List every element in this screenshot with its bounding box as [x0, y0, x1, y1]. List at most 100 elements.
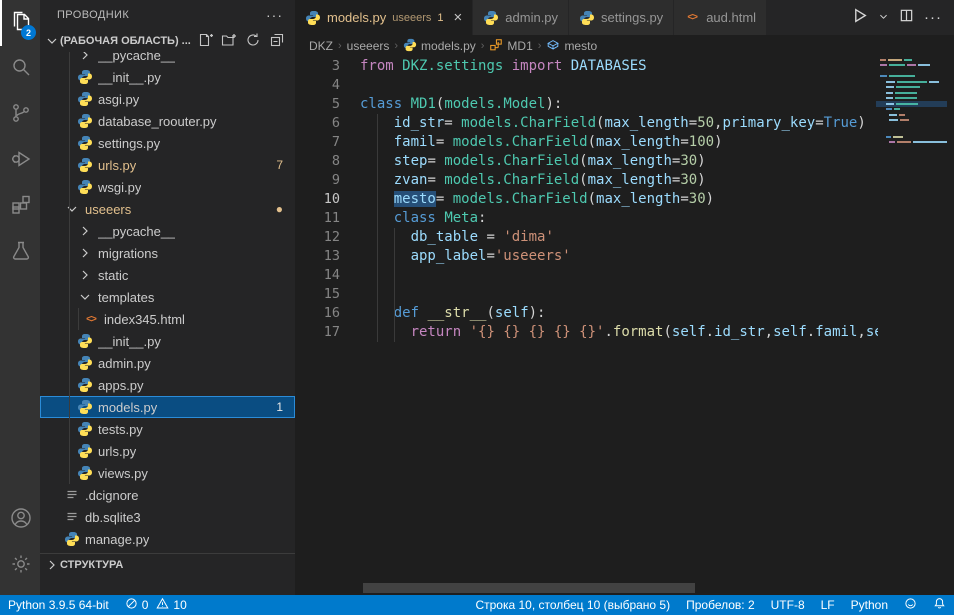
tree-item-label: admin.py: [98, 356, 151, 371]
line-number: 3: [295, 57, 340, 76]
tree-item-settings.py[interactable]: settings.py: [40, 132, 295, 154]
status-language-mode[interactable]: Python: [843, 595, 896, 615]
breadcrumb-label: models.py: [421, 39, 476, 53]
tree-item-migrations[interactable]: migrations: [40, 242, 295, 264]
status-encoding[interactable]: UTF-8: [763, 595, 813, 615]
tree-item-__init__.py[interactable]: __init__.py: [40, 330, 295, 352]
tree-item-models.py[interactable]: models.py1: [40, 396, 295, 418]
more-actions-icon[interactable]: ···: [924, 9, 942, 26]
tree-item-templates[interactable]: templates: [40, 286, 295, 308]
tree-item-asgi.py[interactable]: asgi.py: [40, 88, 295, 110]
code-editor[interactable]: 3from DKZ.settings import DATABASES45cla…: [295, 57, 954, 595]
activity-item-testing[interactable]: [0, 230, 40, 276]
status-feedback[interactable]: [896, 595, 925, 615]
status-cursor-position[interactable]: Строка 10, столбец 10 (выбрано 5): [467, 595, 678, 615]
activity-item-explorer[interactable]: 2: [0, 0, 40, 46]
tree-item-static[interactable]: static: [40, 264, 295, 286]
explorer-more-actions-icon[interactable]: ···: [266, 7, 283, 23]
warning-count: 10: [173, 598, 186, 612]
code-line-6[interactable]: 6 id_str= models.CharField(max_length=50…: [295, 114, 954, 133]
close-icon[interactable]: ×: [454, 10, 463, 25]
tree-item-urls.py[interactable]: urls.py: [40, 440, 295, 462]
tree-item-label: __pycache__: [98, 224, 175, 239]
new-file-icon[interactable]: [197, 32, 213, 51]
workspace-section-label: (РАБОЧАЯ ОБЛАСТЬ) ...: [60, 35, 191, 47]
breadcrumb-item-useeers[interactable]: useeers: [347, 39, 390, 53]
python-file-icon: [77, 333, 93, 349]
line-number: 10: [295, 190, 340, 209]
code-line-5[interactable]: 5class MD1(models.Model):: [295, 95, 954, 114]
horizontal-scrollbar[interactable]: [363, 583, 695, 593]
code-line-4[interactable]: 4: [295, 76, 954, 95]
status-eol[interactable]: LF: [813, 595, 843, 615]
tree-item-db.sqlite3[interactable]: db.sqlite3: [40, 506, 295, 528]
new-folder-icon[interactable]: [221, 32, 237, 51]
code-line-9[interactable]: 9 zvan= models.CharField(max_length=30): [295, 171, 954, 190]
tree-item-label: asgi.py: [98, 92, 139, 107]
activity-item-accounts[interactable]: [0, 497, 40, 543]
explorer-sidebar: ПРОВОДНИК ··· (РАБОЧАЯ ОБЛАСТЬ) ... __py…: [40, 0, 295, 595]
status-label: Python 3.9.5 64-bit: [8, 598, 109, 612]
tab-admin.py[interactable]: admin.py: [473, 0, 569, 35]
tree-item-urls.py[interactable]: urls.py7: [40, 154, 295, 176]
breadcrumb-item-DKZ[interactable]: DKZ: [309, 39, 333, 53]
tree-item-__pycache__[interactable]: __pycache__: [40, 52, 295, 66]
code-line-10[interactable]: 10 mesto= models.CharField(max_length=30…: [295, 190, 954, 209]
activity-item-settings-gear[interactable]: [0, 543, 40, 589]
tab-badge: 1: [437, 12, 443, 24]
tree-item-label: useeers: [85, 202, 131, 217]
run-button[interactable]: [851, 7, 868, 29]
activity-item-source-control[interactable]: [0, 92, 40, 138]
tab-aud.html[interactable]: <>aud.html: [674, 0, 767, 35]
line-text: app_label='useeers': [360, 247, 878, 266]
tree-item-admin.py[interactable]: admin.py: [40, 352, 295, 374]
split-editor-icon[interactable]: [899, 8, 914, 28]
line-number: 16: [295, 304, 340, 323]
line-number: 17: [295, 323, 340, 342]
activity-item-search[interactable]: [0, 46, 40, 92]
tree-item-label: apps.py: [98, 378, 144, 393]
outline-section-header[interactable]: СТРУКТУРА: [40, 553, 295, 575]
code-line-11[interactable]: 11 class Meta:: [295, 209, 954, 228]
status-python-interpreter[interactable]: Python 3.9.5 64-bit: [0, 595, 117, 615]
tree-item-wsgi.py[interactable]: wsgi.py: [40, 176, 295, 198]
tree-item-__pycache__[interactable]: __pycache__: [40, 220, 295, 242]
minimap[interactable]: [878, 57, 945, 182]
activity-item-run-debug[interactable]: [0, 138, 40, 184]
tree-item-useeers[interactable]: useeers ●: [40, 198, 295, 220]
line-number: 14: [295, 266, 340, 285]
tree-item-apps.py[interactable]: apps.py: [40, 374, 295, 396]
collapse-all-icon[interactable]: [269, 32, 285, 51]
tab-settings.py[interactable]: settings.py: [569, 0, 674, 35]
status-notifications[interactable]: [925, 595, 954, 615]
tree-item-.dcignore[interactable]: .dcignore: [40, 484, 295, 506]
code-line-3[interactable]: 3from DKZ.settings import DATABASES: [295, 57, 954, 76]
activity-item-extensions[interactable]: [0, 184, 40, 230]
field-icon: [546, 38, 560, 55]
line-text: mesto= models.CharField(max_length=30): [360, 190, 878, 209]
tree-item-manage.py[interactable]: manage.py: [40, 528, 295, 550]
line-number: 8: [295, 152, 340, 171]
tree-item-label: manage.py: [85, 532, 149, 547]
tab-models.py[interactable]: models.pyuseeers1×: [295, 0, 473, 35]
refresh-icon[interactable]: [245, 32, 261, 51]
tree-item-badge: ●: [276, 202, 295, 216]
minimap-line: [878, 140, 945, 146]
code-line-7[interactable]: 7 famil= models.CharField(max_length=100…: [295, 133, 954, 152]
workspace-section-header[interactable]: (РАБОЧАЯ ОБЛАСТЬ) ...: [40, 30, 295, 52]
tree-item-tests.py[interactable]: tests.py: [40, 418, 295, 440]
tree-item-views.py[interactable]: views.py: [40, 462, 295, 484]
class-icon: [489, 38, 503, 55]
tab-description: useeers: [392, 12, 431, 24]
tree-item-database_roouter.py[interactable]: database_roouter.py: [40, 110, 295, 132]
run-dropdown-icon[interactable]: [878, 9, 889, 27]
tree-item-__init__.py[interactable]: __init__.py: [40, 66, 295, 88]
tree-item-label: templates: [98, 290, 154, 305]
breadcrumb-item-MD1[interactable]: MD1: [489, 38, 532, 55]
status-problems[interactable]: 010: [117, 595, 195, 615]
breadcrumb-item-models.py[interactable]: models.py: [403, 38, 476, 55]
code-line-8[interactable]: 8 step= models.CharField(max_length=30): [295, 152, 954, 171]
breadcrumb-item-mesto[interactable]: mesto: [546, 38, 597, 55]
extensions-icon: [9, 193, 33, 222]
status-indentation[interactable]: Пробелов: 2: [678, 595, 763, 615]
